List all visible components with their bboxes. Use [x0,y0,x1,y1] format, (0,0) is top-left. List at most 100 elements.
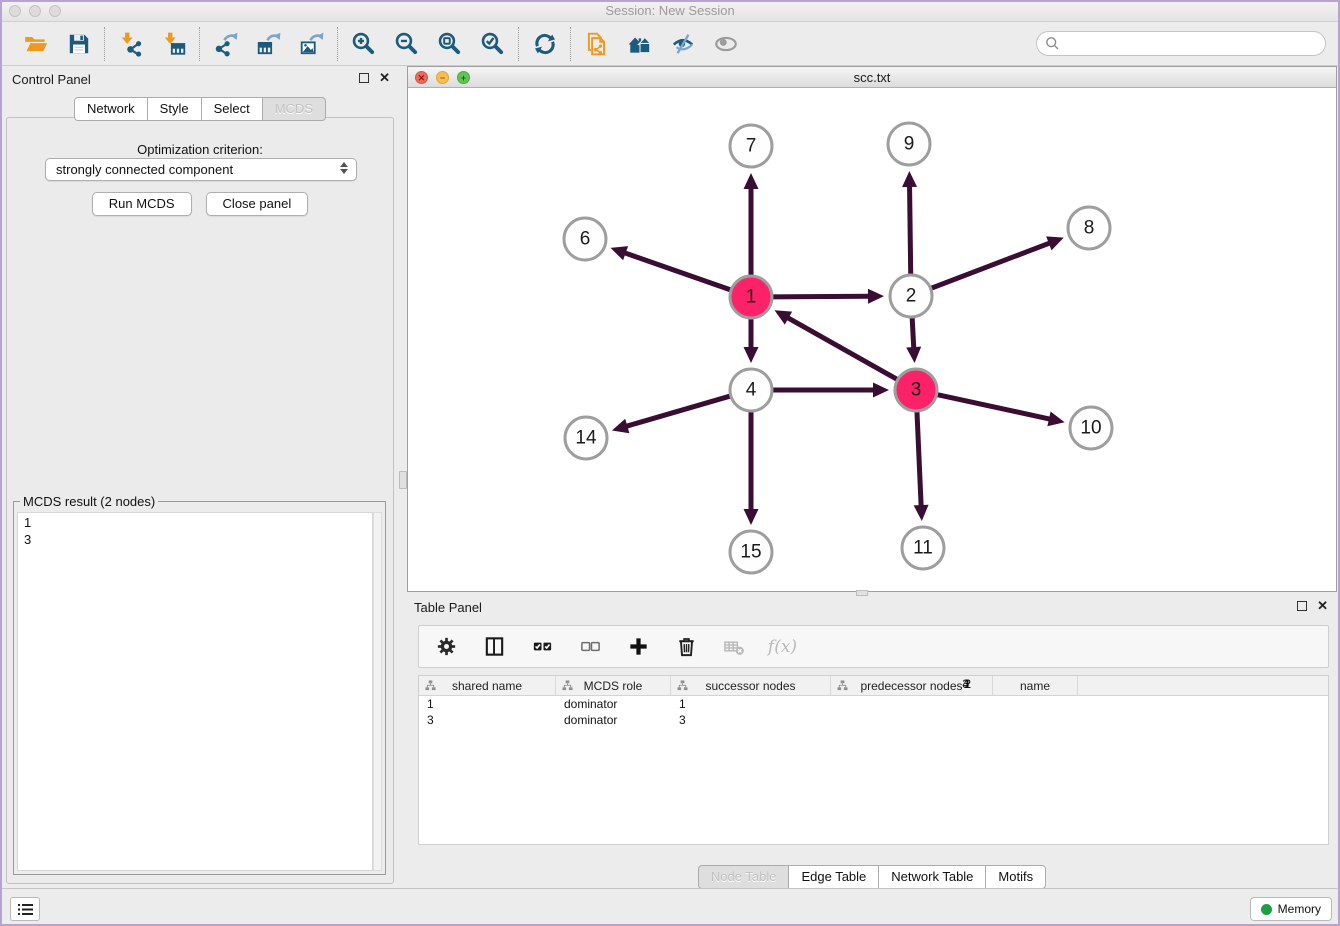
graph-edge-3-10[interactable] [935,394,1052,419]
import-network-icon[interactable] [117,30,144,57]
optimization-label: Optimization criterion: [7,142,393,157]
search-input[interactable] [1036,31,1326,56]
export-table-icon[interactable] [255,30,282,57]
column-header-successor-nodes[interactable]: successor nodes [671,676,831,695]
result-scrollbar[interactable] [373,512,382,871]
graph-node-label: 3 [911,380,922,401]
close-table-panel-icon[interactable]: ✕ [1317,601,1328,611]
graph-node-label: 9 [904,134,915,155]
application-window: Session: New Session [0,0,1340,926]
tab-edge-table[interactable]: Edge Table [788,865,879,889]
graph-edge-1-2[interactable] [770,296,871,297]
zoom-out-icon[interactable] [393,30,420,57]
graph-edge-arrowhead [744,509,759,525]
column-label: name [1020,679,1050,693]
refresh-icon[interactable] [531,30,558,57]
memory-button[interactable]: Memory [1250,897,1332,921]
main-area: Control Panel ✕ NetworkStyleSelectMCDS O… [0,66,1340,888]
tab-node-table[interactable]: Node Table [698,865,790,889]
window-title: Session: New Session [0,0,1340,22]
select-all-icon[interactable] [529,633,556,660]
tab-select[interactable]: Select [201,97,263,121]
graph-node-label: 2 [906,286,917,307]
table-body: 1dominator4113dominator323 [419,696,1328,728]
graph-edge-4-14[interactable] [624,395,732,427]
status-bar: Memory [0,888,1340,926]
close-panel-icon[interactable]: ✕ [379,73,390,83]
graph-edge-arrowhead [610,246,628,260]
graph-edge-2-9[interactable] [910,184,911,277]
network-close-icon[interactable]: ✕ [415,71,428,84]
graph-edge-2-8[interactable] [929,242,1052,289]
add-column-icon[interactable] [625,633,652,660]
column-label: shared name [452,679,522,693]
control-panel-header: Control Panel ✕ [0,66,400,94]
search-box [1036,31,1326,56]
mcds-panel: Optimization criterion: strongly connect… [6,117,394,884]
title-bar: Session: New Session [0,0,1340,22]
graph-edge-1-6[interactable] [623,252,733,291]
horizontal-splitter-grip[interactable] [856,590,868,596]
tab-network-table[interactable]: Network Table [878,865,986,889]
table-cell: dominator [556,696,671,712]
list-icon [17,902,34,917]
column-label: MCDS role [584,679,643,693]
vertical-splitter-grip[interactable] [399,471,407,489]
graph-edge-arrowhead [744,173,759,189]
copy-network-icon[interactable] [583,30,610,57]
eye-slash-icon[interactable] [669,30,696,57]
gear-icon[interactable] [433,633,460,660]
table-row[interactable]: 3dominator323 [419,712,1328,728]
deselect-all-icon[interactable] [577,633,604,660]
trash-icon[interactable] [673,633,700,660]
table-cell: 3 [419,712,556,728]
graph-edge-arrowhead [868,289,884,304]
float-panel-icon[interactable] [359,73,369,83]
window-minimize-icon[interactable] [29,5,41,17]
column-header-MCDS-role[interactable]: MCDS role [556,676,671,695]
graph-edge-arrowhead [906,347,921,363]
network-canvas[interactable]: 7968124314101511 [408,88,1336,591]
tab-motifs[interactable]: Motifs [985,865,1046,889]
save-icon[interactable] [65,30,92,57]
tab-mcds[interactable]: MCDS [262,97,326,121]
graph-edge-2-3[interactable] [912,315,914,350]
export-image-icon[interactable] [298,30,325,57]
network-minimize-icon[interactable]: − [436,71,449,84]
tab-style[interactable]: Style [147,97,202,121]
open-folder-icon[interactable] [22,30,49,57]
split-columns-icon[interactable] [481,633,508,660]
graph-edge-3-1[interactable] [786,317,900,381]
graph-edge-arrowhead [873,383,889,398]
tab-network[interactable]: Network [74,97,148,121]
float-table-panel-icon[interactable] [1297,601,1307,611]
houses-icon[interactable] [626,30,653,57]
network-window-title: scc.txt [408,67,1336,88]
graph-node-label: 14 [575,428,597,449]
zoom-in-icon[interactable] [350,30,377,57]
select-stepper-icon [340,162,348,174]
network-zoom-icon[interactable]: + [457,71,470,84]
run-mcds-button[interactable]: Run MCDS [92,192,192,216]
right-region: ✕ − + scc.txt 7968124314101511 Table Pan… [406,66,1338,888]
eye-icon[interactable] [712,30,739,57]
column-header-name[interactable]: name [993,676,1078,695]
export-network-icon[interactable] [212,30,239,57]
window-zoom-icon[interactable] [49,5,61,17]
mcds-result-list[interactable]: 13 [17,512,373,871]
mcds-result-box: MCDS result (2 nodes) 13 [13,494,386,875]
graph-edge-3-11[interactable] [917,409,921,508]
column-header-shared-name[interactable]: shared name [419,676,556,695]
graph-node-label: 1 [746,287,757,308]
zoom-fit-icon[interactable] [436,30,463,57]
node-table: shared nameMCDS rolesuccessor nodesprede… [418,675,1329,845]
close-panel-button[interactable]: Close panel [206,192,309,216]
graph-node-label: 8 [1084,218,1095,239]
import-table-icon[interactable] [160,30,187,57]
task-history-button[interactable] [10,897,40,921]
criterion-select[interactable]: strongly connected component [45,158,357,181]
graph-edge-arrowhead [902,171,917,187]
zoom-selected-icon[interactable] [479,30,506,57]
network-graph: 7968124314101511 [408,88,1336,591]
window-close-icon[interactable] [9,5,21,17]
